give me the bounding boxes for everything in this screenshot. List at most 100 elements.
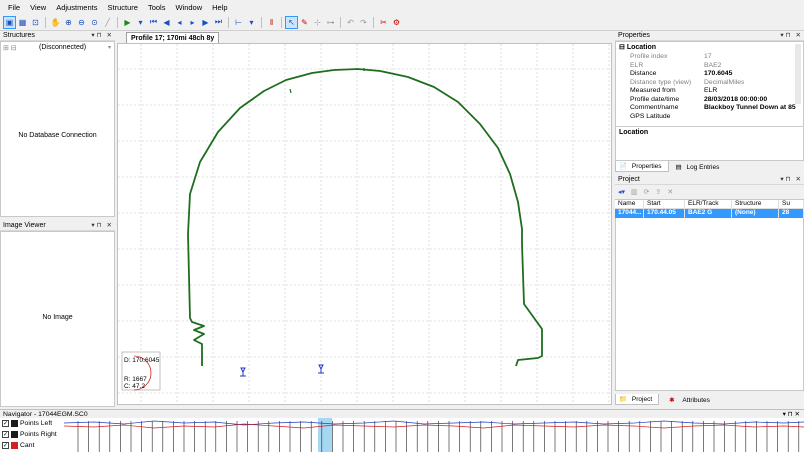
track-dropdown-icon[interactable]: ▾ bbox=[246, 17, 257, 28]
properties-scrollbar[interactable] bbox=[795, 44, 801, 104]
tab-properties[interactable]: 📄 Properties bbox=[615, 161, 669, 172]
property-row[interactable]: Measured from ELR bbox=[616, 87, 802, 95]
menu-view[interactable]: View bbox=[25, 3, 51, 12]
property-row[interactable]: GPS Latitude bbox=[616, 113, 802, 121]
property-row[interactable]: Comment/name Blackboy Tunnel Down at 85 bbox=[616, 104, 802, 112]
tools-icon[interactable]: ✂ bbox=[378, 17, 389, 28]
zoom-box-icon[interactable]: ⊡ bbox=[30, 17, 41, 28]
redo-icon[interactable]: ↷ bbox=[358, 17, 369, 28]
pin-icon[interactable]: ▾ ⊓ bbox=[780, 175, 790, 183]
menu-file[interactable]: File bbox=[3, 3, 25, 12]
split-icon[interactable]: ▥ bbox=[631, 188, 638, 196]
property-key: ELR bbox=[630, 61, 644, 69]
navigator-legend: ✓ Points Left ✓ Points Right ✓ Cant bbox=[0, 418, 64, 452]
properties-grid: ⊟ Location Profile index 17 ELR BAE2 Distanc… bbox=[615, 41, 804, 161]
expand-collapse-icon[interactable]: ⊞ ⊟ bbox=[3, 44, 17, 52]
pointer-icon[interactable]: ↖ bbox=[285, 15, 298, 29]
property-row[interactable]: Profile date/time 28/03/2018 00:00:00 bbox=[616, 96, 802, 104]
properties-title: Properties bbox=[618, 32, 650, 39]
connection-combo[interactable]: (Disconnected) bbox=[39, 44, 86, 51]
play-dropdown-icon[interactable]: ▾ bbox=[135, 17, 146, 28]
refresh-icon[interactable]: ⟳ bbox=[644, 188, 650, 196]
next-profile-icon[interactable]: ▸ bbox=[187, 17, 198, 28]
readout-distance: D: 170.6045 bbox=[124, 357, 160, 364]
project-title: Project bbox=[618, 176, 640, 183]
readout-radius: R: 1667 bbox=[124, 376, 147, 383]
pin-icon[interactable]: ▾ ⊓ bbox=[91, 221, 101, 229]
remove-icon[interactable]: ✕ bbox=[667, 188, 673, 196]
tab-attributes[interactable]: ✱ Attributes bbox=[663, 395, 716, 405]
first-profile-icon[interactable]: ⏮ bbox=[148, 17, 159, 28]
prev-fast-icon[interactable]: ◀ bbox=[161, 17, 172, 28]
zoom-fit-icon[interactable]: ⊙ bbox=[89, 17, 100, 28]
tab-project[interactable]: 📁 Project bbox=[615, 394, 660, 405]
measurement-readout: D: 170.6045 R: 1667 C: 47.2 bbox=[121, 351, 161, 391]
track-gauge-icon[interactable]: ⊢ bbox=[233, 17, 244, 28]
profile-document-tab[interactable]: Profile 17; 170mi 48ch 8y bbox=[126, 32, 220, 43]
export-icon[interactable]: ⇪ bbox=[656, 188, 662, 196]
legend-points-right[interactable]: ✓ Points Right bbox=[0, 429, 64, 440]
open-project-icon[interactable]: ◂▾ bbox=[618, 188, 625, 196]
navigator-chart[interactable] bbox=[63, 418, 804, 452]
grid-view-icon[interactable]: ▦ bbox=[17, 17, 28, 28]
settings-icon[interactable]: ⚙ bbox=[391, 17, 402, 28]
columns-icon[interactable]: ‖ bbox=[266, 17, 277, 28]
property-row[interactable]: Distance type (view) DecimalMiles bbox=[616, 79, 802, 87]
chevron-down-icon[interactable]: ▾ bbox=[108, 44, 111, 51]
tunnel-profile-line bbox=[187, 68, 543, 367]
readout-cant: C: 47.2 bbox=[124, 383, 145, 390]
zoom-out-icon[interactable]: ⊖ bbox=[76, 17, 87, 28]
close-icon[interactable]: ✕ bbox=[796, 175, 801, 183]
table-row[interactable]: 17044... 170.44.05 BAE2 G (None) 28 bbox=[615, 209, 804, 218]
col-start[interactable]: Start bbox=[644, 200, 685, 208]
zoom-in-icon[interactable]: ⊕ bbox=[63, 17, 74, 28]
checkbox-checked-icon[interactable]: ✓ bbox=[2, 431, 9, 438]
pin-icon[interactable]: ▾ ⊓ bbox=[780, 31, 790, 39]
property-row[interactable]: ELR BAE2 bbox=[616, 62, 802, 70]
image-viewer-header: Image Viewer ▾ ⊓ ✕ bbox=[0, 221, 115, 231]
col-name[interactable]: Name bbox=[615, 200, 644, 208]
pin-icon[interactable]: ▾ ⊓ bbox=[91, 31, 101, 39]
undo-icon[interactable]: ↶ bbox=[345, 17, 356, 28]
close-icon[interactable]: ✕ bbox=[107, 31, 112, 39]
menu-structure[interactable]: Structure bbox=[103, 3, 143, 12]
property-value bbox=[704, 113, 802, 121]
add-point-icon[interactable]: ⊹ bbox=[312, 17, 323, 28]
profile-canvas[interactable]: D: 170.6045 R: 1667 C: 47.2 bbox=[117, 43, 612, 405]
close-icon[interactable]: ✕ bbox=[796, 31, 801, 39]
col-structure[interactable]: Structure bbox=[732, 200, 779, 208]
pan-hand-icon[interactable]: ✋ bbox=[50, 17, 61, 28]
checkbox-checked-icon[interactable]: ✓ bbox=[2, 442, 9, 449]
image-viewer-panel: No Image bbox=[0, 231, 115, 407]
navigator-header: Navigator - 17044EGM.SC0 ▾ ⊓ ✕ bbox=[0, 409, 804, 418]
property-value: DecimalMiles bbox=[704, 78, 745, 86]
menu-help[interactable]: Help bbox=[207, 3, 232, 12]
next-fast-icon[interactable]: ▶ bbox=[200, 17, 211, 28]
col-su[interactable]: Su bbox=[779, 200, 804, 208]
paint-icon[interactable]: ✎ bbox=[299, 17, 310, 28]
main-toolbar: ▣ ▦ ⊡ ✋ ⊕ ⊖ ⊙ ╱ ▶ ▾ ⏮ ◀ ◂ ▸ ▶ ⏭ ⊢ ▾ ‖ ↖ … bbox=[0, 14, 804, 31]
menu-tools[interactable]: Tools bbox=[143, 3, 171, 12]
property-row[interactable]: Profile index 17 bbox=[616, 53, 802, 61]
legend-cant[interactable]: ✓ Cant bbox=[0, 440, 64, 451]
menu-window[interactable]: Window bbox=[170, 3, 207, 12]
select-mode-icon[interactable]: ▣ bbox=[3, 15, 16, 29]
checkbox-checked-icon[interactable]: ✓ bbox=[2, 420, 9, 427]
play-icon[interactable]: ▶ bbox=[122, 17, 133, 28]
collapse-icon[interactable]: ⊟ bbox=[619, 44, 625, 51]
measure-icon[interactable]: ╱ bbox=[102, 17, 113, 28]
link-icon[interactable]: ⊶ bbox=[325, 17, 336, 28]
menu-adjustments[interactable]: Adjustments bbox=[51, 3, 102, 12]
project-grid bbox=[615, 199, 804, 391]
structures-title: Structures bbox=[3, 32, 35, 39]
navigator-controls-icon[interactable]: ▾ ⊓ ✕ bbox=[783, 410, 800, 418]
col-elr-track[interactable]: ELR/Track bbox=[685, 200, 732, 208]
property-row[interactable]: Distance 170.6045 bbox=[616, 70, 802, 78]
profile-plot: D: 170.6045 R: 1667 C: 47.2 bbox=[118, 44, 611, 404]
prev-profile-icon[interactable]: ◂ bbox=[174, 17, 185, 28]
property-value: 28/03/2018 00:00:00 bbox=[704, 95, 768, 103]
last-profile-icon[interactable]: ⏭ bbox=[213, 17, 224, 28]
legend-points-left[interactable]: ✓ Points Left bbox=[0, 418, 64, 429]
tab-log-entries[interactable]: ▤ Log Entries bbox=[673, 162, 726, 172]
close-icon[interactable]: ✕ bbox=[107, 221, 112, 229]
